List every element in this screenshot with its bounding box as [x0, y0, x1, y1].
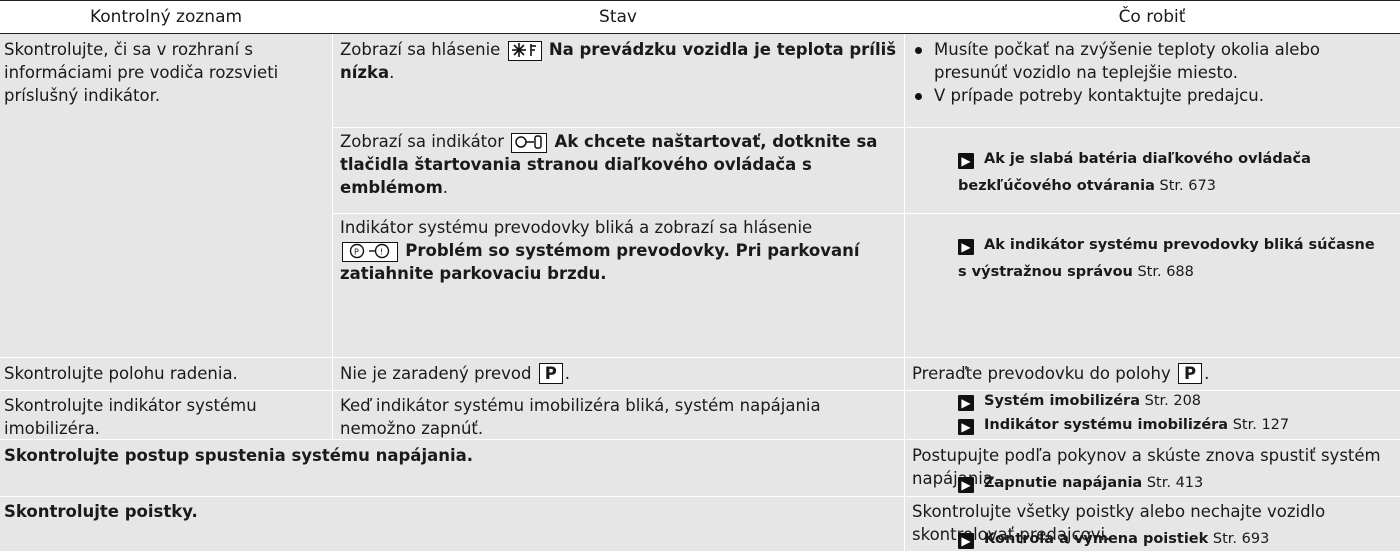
- row1-sub1-actions: Musíte počkať na zvýšenie teploty okolia…: [912, 38, 1397, 107]
- row3-state: Keď indikátor systému imobilizéra bliká,…: [340, 396, 821, 438]
- list-item: V prípade potreby kontaktujte predajcu.: [912, 84, 1397, 107]
- row-divider: [332, 213, 1400, 214]
- row1-sub3-state: Indikátor systému prevodovky bliká a zob…: [340, 218, 860, 283]
- row4-reference: ▶ Zapnutie napájania Str. 413: [958, 470, 1378, 497]
- header-checklist: Kontrolný zoznam: [89, 7, 243, 27]
- row2-action: Preraďte prevodovku do polohy P.: [912, 363, 1210, 384]
- row1-sub2-state: Zobrazí sa indikátor Ak chcete naštartov…: [340, 132, 878, 197]
- cross-reference-arrow-icon: ▶: [958, 419, 974, 435]
- row1-sub3-reference: ▶ Ak indikátor systému prevodovky bliká s…: [958, 232, 1378, 286]
- temperature-warning-icon: [507, 41, 542, 61]
- svg-text:P: P: [354, 248, 359, 257]
- header-action: Čo robiť: [1118, 7, 1186, 27]
- column-divider: [904, 440, 905, 551]
- row1-check: Skontrolujte, či sa v rozhraní s informá…: [4, 40, 279, 105]
- row5-reference: ▶ Kontrola a výmena poistiek Str. 693: [958, 526, 1378, 553]
- header-state: Stav: [599, 7, 637, 27]
- reference-item: ▶ Systém imobilizéra Str. 208: [958, 389, 1378, 413]
- cross-reference-arrow-icon: ▶: [958, 477, 974, 493]
- reference-page: Str. 673: [1159, 178, 1216, 194]
- reference-link[interactable]: Systém imobilizéra: [984, 393, 1140, 409]
- cross-reference-arrow-icon: ▶: [958, 153, 974, 169]
- reference-link[interactable]: Indikátor systému imobilizéra: [984, 417, 1228, 433]
- row-divider: [332, 127, 1400, 128]
- reference-item: ▶ Indikátor systému imobilizéra Str. 127: [958, 413, 1378, 437]
- reference-link[interactable]: Kontrola a výmena poistiek: [984, 531, 1208, 547]
- list-item: Musíte počkať na zvýšenie teploty okolia…: [912, 38, 1397, 84]
- row1-sub1-state: Zobrazí sa hlásenie Na prevádzku vozidla…: [340, 40, 897, 82]
- row3-references: ▶ Systém imobilizéra Str. 208 ▶ Indikátor …: [958, 389, 1378, 437]
- row1-sub2-reference: ▶ Ak je slabá batéria diaľkového ovládača…: [958, 146, 1378, 200]
- key-fob-icon: [511, 133, 548, 153]
- row5-check: Skontrolujte poistky.: [4, 502, 198, 521]
- row4-check: Skontrolujte postup spustenia systému na…: [4, 446, 474, 465]
- reference-page: Str. 127: [1232, 417, 1290, 433]
- reference-page: Str. 208: [1144, 393, 1202, 409]
- reference-page: Str. 688: [1137, 264, 1194, 280]
- column-divider: [332, 34, 333, 439]
- svg-text:!: !: [380, 248, 383, 257]
- gear-p-badge: P: [1178, 363, 1203, 384]
- reference-link[interactable]: Zapnutie napájania: [984, 475, 1142, 491]
- row2-check: Skontrolujte polohu radenia.: [4, 364, 238, 383]
- cross-reference-arrow-icon: ▶: [958, 239, 974, 255]
- row2-state: Nie je zaradený prevod P.: [340, 363, 571, 384]
- cross-reference-arrow-icon: ▶: [958, 533, 974, 549]
- reference-page: Str. 693: [1212, 531, 1270, 547]
- troubleshooting-table: Kontrolný zoznam Stav Čo robiť Skontrolu…: [0, 0, 1400, 551]
- reference-link[interactable]: Ak je slabá batéria diaľkového ovládača …: [958, 151, 1311, 194]
- cross-reference-arrow-icon: ▶: [958, 395, 974, 411]
- gear-p-badge: P: [538, 363, 563, 384]
- table-header: Kontrolný zoznam Stav Čo robiť: [0, 0, 1400, 34]
- row3-check: Skontrolujte indikátor systému imobilizé…: [4, 396, 257, 438]
- reference-page: Str. 413: [1146, 475, 1204, 491]
- transmission-warning-icon: P!: [342, 242, 398, 262]
- column-divider: [904, 34, 905, 439]
